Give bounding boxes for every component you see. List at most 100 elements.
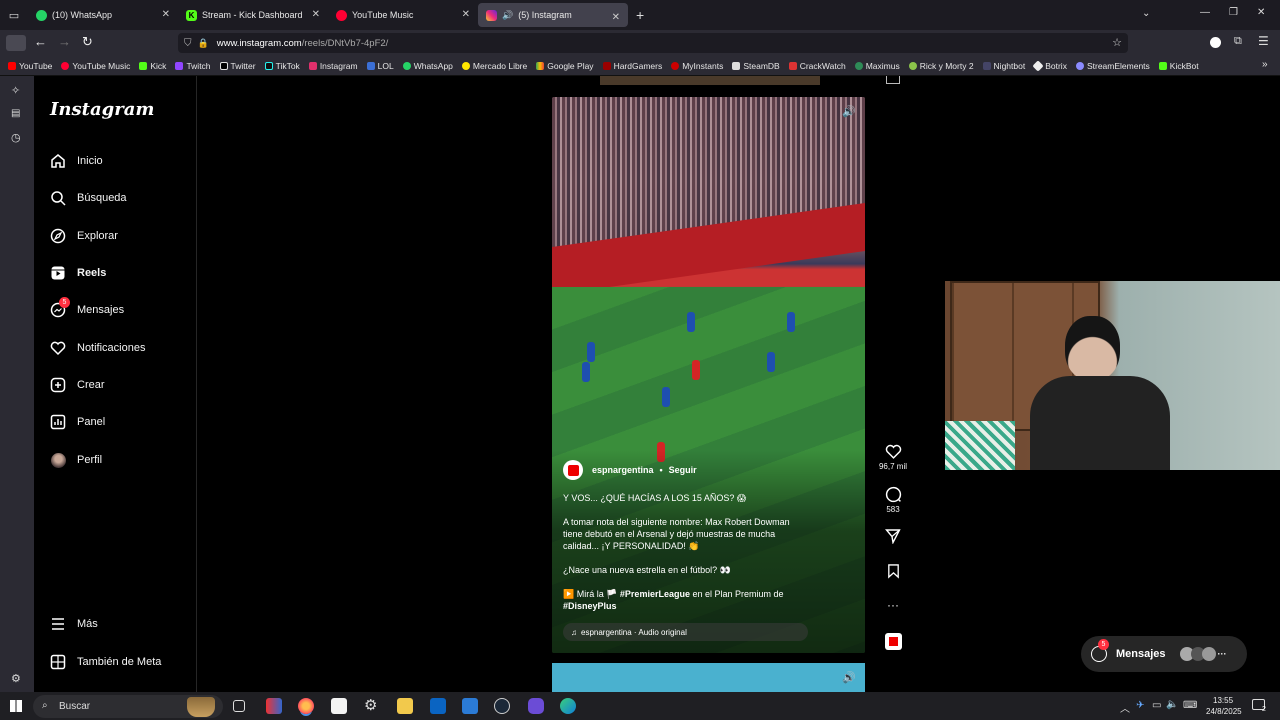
settings-icon[interactable]: ⚙ bbox=[11, 672, 21, 685]
close-window-button[interactable]: ✕ bbox=[1257, 7, 1265, 18]
bookmark-botrix[interactable]: Botrix bbox=[1032, 59, 1067, 72]
nav-notificaciones[interactable]: Notificaciones bbox=[50, 340, 145, 356]
taskbar-search[interactable]: ⌕ Buscar bbox=[33, 695, 223, 718]
windows-start-icon[interactable] bbox=[10, 700, 22, 712]
close-icon[interactable]: ✕ bbox=[462, 9, 470, 20]
tab-whatsapp[interactable]: (10) WhatsApp ✕ bbox=[28, 0, 178, 30]
app-icon[interactable] bbox=[462, 698, 478, 714]
bookmark-whatsapp[interactable]: WhatsApp bbox=[402, 61, 453, 71]
edge-icon[interactable] bbox=[560, 698, 576, 714]
close-icon[interactable]: ✕ bbox=[162, 9, 170, 20]
url-bar[interactable]: ⛉ 🔒 www.instagram.com /reels/DNtVb7-4pF2… bbox=[178, 33, 1128, 53]
bookmark-mercado-libre[interactable]: Mercado Libre bbox=[461, 61, 527, 71]
shield-icon[interactable]: ⛉ bbox=[184, 38, 192, 49]
audio-pill[interactable]: ♫ espnargentina · Audio original bbox=[563, 623, 808, 641]
nav-explorar[interactable]: Explorar bbox=[50, 228, 118, 244]
reel-account-name[interactable]: espnargentina bbox=[592, 465, 654, 475]
back-icon[interactable]: ← bbox=[34, 34, 47, 49]
app-icon[interactable] bbox=[266, 698, 282, 714]
contact-avatar[interactable] bbox=[1201, 647, 1216, 661]
tab-instagram[interactable]: 🔊 (5) Instagram ✕ bbox=[478, 3, 628, 27]
save-action[interactable] bbox=[878, 563, 908, 581]
hashtag-link[interactable]: #PremierLeague bbox=[620, 589, 690, 599]
store-icon[interactable] bbox=[331, 698, 347, 714]
bookmark-google-play[interactable]: Google Play bbox=[536, 61, 594, 71]
bookmark-youtube[interactable]: YouTube bbox=[8, 61, 52, 71]
messages-pill[interactable]: 5 Mensajes ··· bbox=[1081, 636, 1247, 672]
bookmark-tiktok[interactable]: TikTok bbox=[264, 61, 300, 71]
firefox-icon[interactable] bbox=[298, 698, 314, 714]
nav-busqueda[interactable]: Búsqueda bbox=[50, 190, 127, 206]
instagram-logo[interactable]: Instagram bbox=[50, 99, 154, 120]
next-reel[interactable]: 🔊 bbox=[552, 663, 865, 693]
history-icon[interactable]: ◷ bbox=[11, 131, 21, 144]
tray-icon[interactable]: ✈ bbox=[1136, 700, 1144, 711]
bookmark-myinstants[interactable]: MyInstants bbox=[671, 61, 723, 71]
bookmark-youtube-music[interactable]: YouTube Music bbox=[61, 61, 130, 71]
speaker-icon[interactable]: 🔊 bbox=[842, 671, 856, 684]
extension-icon[interactable] bbox=[1210, 37, 1221, 48]
more-options-icon[interactable]: ··· bbox=[1218, 649, 1227, 659]
bookmark-kick[interactable]: Kick bbox=[139, 61, 166, 71]
ai-sparkle-icon[interactable]: ✧ bbox=[11, 84, 20, 97]
bookmark-instagram[interactable]: Instagram bbox=[308, 61, 358, 71]
menu-icon[interactable]: ☰ bbox=[1258, 34, 1269, 48]
new-tab-button[interactable]: + bbox=[636, 7, 644, 23]
audio-thumbnail[interactable] bbox=[885, 633, 902, 650]
folder-icon[interactable] bbox=[397, 698, 413, 714]
tab-list-icon[interactable]: ▭ bbox=[0, 9, 28, 22]
bookmark-twitter[interactable]: Twitter bbox=[219, 61, 256, 71]
like-action[interactable]: 96,7 mil bbox=[878, 443, 908, 471]
bookmark-star-icon[interactable]: ☆ bbox=[1112, 36, 1122, 49]
bookmark-kickbot[interactable]: KickBot bbox=[1158, 61, 1199, 71]
forward-icon[interactable]: → bbox=[58, 34, 71, 49]
reload-icon[interactable]: ↻ bbox=[82, 34, 93, 50]
keyboard-icon[interactable]: ⌨ bbox=[1183, 700, 1197, 711]
sidebar-toggle-icon[interactable] bbox=[6, 35, 26, 51]
nav-mas[interactable]: Más bbox=[50, 616, 98, 632]
extensions-puzzle-icon[interactable]: ⧉ bbox=[1234, 35, 1242, 48]
task-view-icon[interactable] bbox=[233, 700, 245, 712]
discord-icon[interactable] bbox=[528, 698, 544, 714]
close-icon[interactable]: ✕ bbox=[312, 9, 320, 20]
volume-icon[interactable]: 🔈 bbox=[1166, 699, 1178, 710]
chevron-right-icon[interactable]: » bbox=[1262, 59, 1268, 70]
share-action[interactable] bbox=[878, 528, 908, 546]
nav-crear[interactable]: Crear bbox=[50, 377, 105, 393]
nav-tambien-de-meta[interactable]: También de Meta bbox=[50, 654, 161, 670]
bookmark-hardgamers[interactable]: HardGamers bbox=[602, 61, 662, 71]
tab-youtube-music[interactable]: YouTube Music ✕ bbox=[328, 0, 478, 30]
previous-reel[interactable] bbox=[600, 76, 820, 85]
bookmark-nightbot[interactable]: Nightbot bbox=[982, 61, 1025, 71]
nav-reels[interactable]: Reels bbox=[50, 265, 106, 281]
nav-panel[interactable]: Panel bbox=[50, 414, 105, 430]
minimize-button[interactable]: — bbox=[1200, 7, 1210, 18]
speaker-icon[interactable]: 🔊 bbox=[842, 105, 856, 118]
follow-button[interactable]: Seguir bbox=[669, 465, 697, 475]
taskbar-time[interactable]: 13:55 bbox=[1213, 696, 1233, 705]
taskbar-date[interactable]: 24/8/2025 bbox=[1206, 707, 1242, 716]
reel-top-icon[interactable] bbox=[886, 76, 900, 84]
bookmark-streamelements[interactable]: StreamElements bbox=[1075, 61, 1150, 71]
bookmark-steamdb[interactable]: SteamDB bbox=[732, 61, 780, 71]
nav-inicio[interactable]: Inicio bbox=[50, 153, 103, 169]
chevron-down-icon[interactable]: ⌄ bbox=[1142, 8, 1150, 19]
nav-mensajes[interactable]: 5 Mensajes bbox=[50, 297, 124, 318]
bookmark-rick-y-morty[interactable]: Rick y Morty 2 bbox=[908, 61, 974, 71]
bookmark-maximus[interactable]: Maximus bbox=[854, 61, 900, 71]
espn-avatar[interactable] bbox=[563, 460, 583, 480]
close-icon[interactable]: ✕ bbox=[612, 12, 620, 23]
speaker-icon[interactable]: 🔊 bbox=[502, 10, 513, 21]
chevron-up-icon[interactable]: ︿ bbox=[1120, 700, 1130, 715]
steam-icon[interactable] bbox=[494, 698, 510, 714]
outlook-icon[interactable] bbox=[430, 698, 446, 714]
more-options-icon[interactable]: ··· bbox=[878, 598, 908, 612]
network-icon[interactable]: ▭ bbox=[1152, 700, 1161, 711]
comment-action[interactable]: 583 bbox=[878, 486, 908, 514]
tabs-icon[interactable]: ▤ bbox=[11, 108, 20, 119]
tab-kick[interactable]: K Stream - Kick Dashboard ✕ bbox=[178, 0, 328, 30]
hashtag-link[interactable]: #DisneyPlus bbox=[563, 600, 813, 612]
maximize-button[interactable]: ❐ bbox=[1229, 7, 1238, 18]
bookmark-crackwatch[interactable]: CrackWatch bbox=[788, 61, 846, 71]
bookmark-lol[interactable]: LOL bbox=[366, 61, 394, 71]
